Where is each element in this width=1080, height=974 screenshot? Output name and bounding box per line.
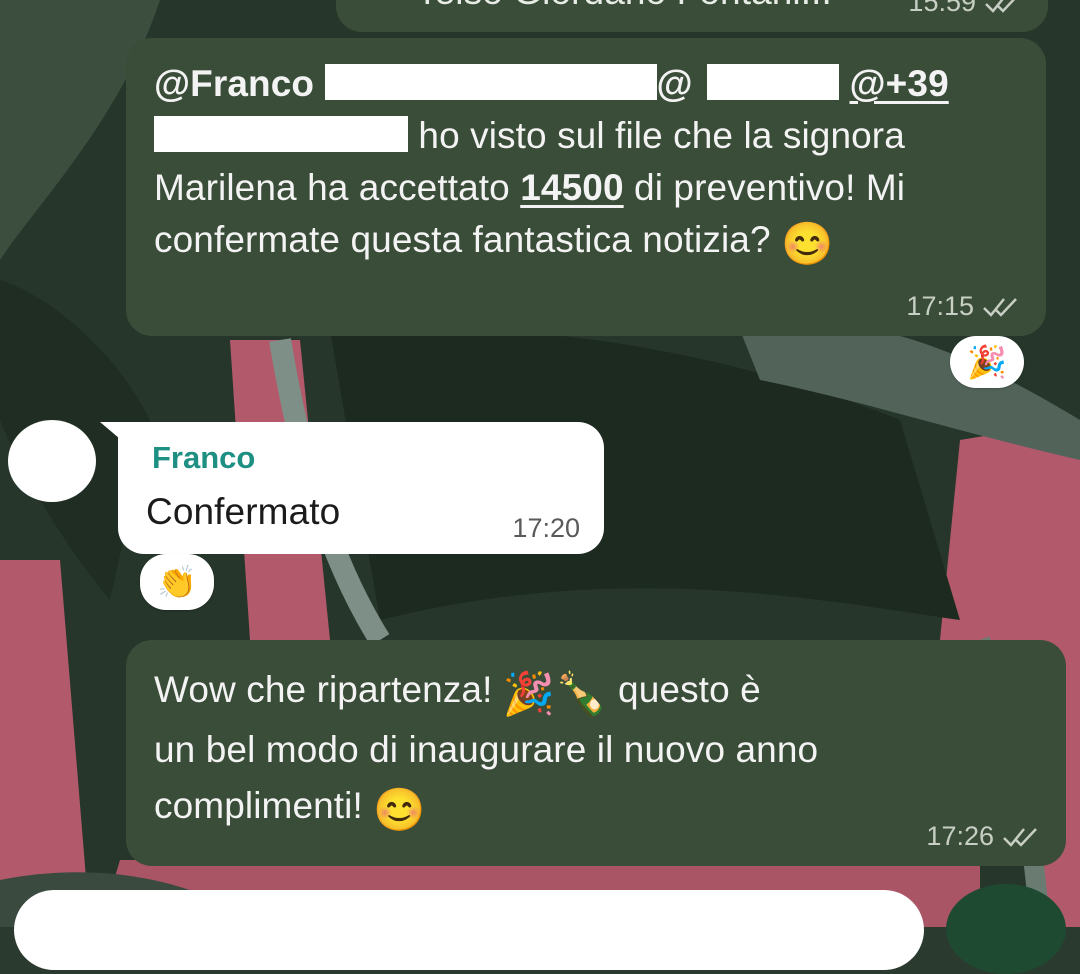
redacted-block [154,116,408,152]
message-line: Wow che ripartenza! 🎉🍾 questo è [154,664,818,720]
reaction-badge[interactable]: 🎉 [950,336,1024,388]
clapping-hands-icon: 👏 [157,564,197,600]
message-text: questo è [607,669,761,710]
message-bubble-incoming[interactable]: Franco Confermato 17:20 [118,422,604,554]
mention-phone[interactable]: @+39 [850,63,949,104]
mention[interactable]: @Franco [154,63,314,104]
message-line: ho visto sul file che la signora [154,110,949,162]
message-text: confermate questa fantastica notizia? [154,219,771,260]
message-bubble-outgoing[interactable]: @Franco @ @+39 ho visto sul file che la … [126,38,1046,336]
double-check-icon [1003,827,1037,847]
message-line: Marilena ha accettato 14500 di preventiv… [154,162,949,214]
message-text: ho visto sul file che la signora [418,115,905,156]
smile-emoji-icon: 😊 [373,786,426,833]
sender-name[interactable]: Franco [152,440,255,476]
message-meta: 17:26 [926,821,1040,852]
message-text: di preventivo! Mi [623,167,906,208]
message-text: Confermato [146,491,341,532]
message-meta: 17:20 [512,513,580,544]
party-popper-icon: 🎉 [502,670,556,717]
double-check-icon [985,0,1015,13]
message-text: Telso Giordano Fontani... [416,0,832,18]
avatar[interactable] [8,420,96,502]
message-meta: 17:15 [906,291,1020,322]
message-line: confermate questa fantastica notizia? 😊 [154,214,949,270]
message-bubble-partial[interactable]: Telso Giordano Fontani... 15:59 [336,0,1048,32]
message-meta: 15:59 [908,0,1022,18]
amount-link[interactable]: 14500 [520,167,623,208]
message-time: 17:26 [926,821,994,851]
message-text: Wow che ripartenza! [154,669,503,710]
message-time: 17:20 [512,513,580,543]
smile-emoji-icon: 😊 [781,220,834,267]
message-text: un bel modo di inaugurare il nuovo anno [154,729,819,770]
message-line: un bel modo di inaugurare il nuovo anno [154,724,818,776]
party-popper-icon: 🎉 [967,344,1007,380]
message-line: @Franco @ @+39 [154,58,949,110]
mic-button[interactable] [946,884,1066,974]
redacted-block [707,64,840,100]
message-time: 17:15 [906,291,974,321]
message-input[interactable] [14,890,924,970]
double-check-icon [983,297,1017,317]
reaction-badge[interactable]: 👏 [140,554,214,610]
message-bubble-outgoing[interactable]: Wow che ripartenza! 🎉🍾 questo è un bel m… [126,640,1066,866]
message-text: complimenti! [154,785,363,826]
mention[interactable]: @ [657,63,693,104]
message-time: 15:59 [908,0,976,17]
champagne-icon: 🍾 [555,670,608,717]
redacted-block [324,64,657,100]
message-line: complimenti! 😊 [154,780,818,836]
message-text: Marilena ha accettato [154,167,521,208]
